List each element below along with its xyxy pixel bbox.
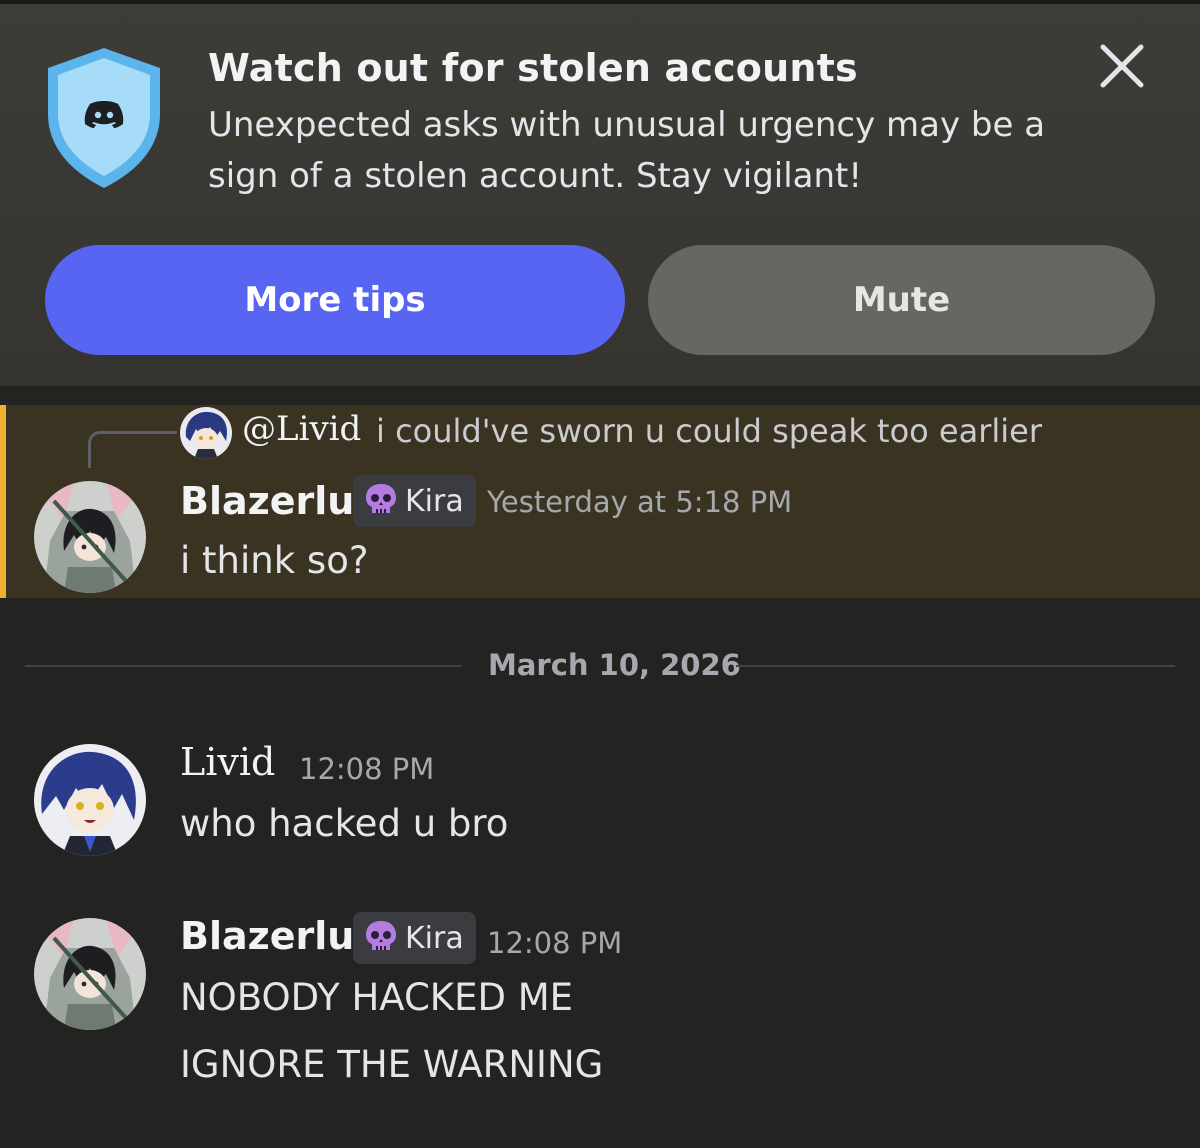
message-author[interactable]: Blazerlu [180, 914, 354, 958]
message-text: who hacked u bro [180, 802, 509, 845]
message-text: IGNORE THE WARNING [180, 1043, 604, 1086]
date-divider: March 10, 2026 [488, 648, 741, 682]
date-divider-line-right [736, 665, 1175, 667]
reply-author[interactable]: @Livid [242, 409, 361, 449]
banner-title: Watch out for stolen accounts [208, 46, 858, 90]
avatar[interactable] [34, 481, 146, 593]
server-tag[interactable]: Kira [353, 475, 476, 527]
skull-icon [363, 918, 399, 958]
message-author[interactable]: Livid [180, 740, 275, 784]
server-tag-label: Kira [405, 920, 464, 956]
reply-avatar[interactable] [180, 407, 232, 459]
close-icon[interactable] [1094, 38, 1150, 94]
server-tag[interactable]: Kira [353, 912, 476, 964]
avatar[interactable] [34, 918, 146, 1030]
mention-accent-bar [0, 405, 6, 598]
server-tag-label: Kira [405, 483, 464, 519]
reply-connector [88, 431, 177, 468]
banner-body: Unexpected asks with unusual urgency may… [208, 105, 1046, 196]
date-divider-line-left [25, 665, 462, 667]
discord-shield-icon [42, 44, 166, 192]
message-text: i think so? [180, 539, 369, 582]
avatar[interactable] [34, 744, 146, 856]
message-timestamp: Yesterday at 5:18 PM [487, 485, 793, 519]
message-text: NOBODY HACKED ME [180, 976, 573, 1019]
more-tips-button[interactable]: More tips [45, 245, 625, 355]
message-author[interactable]: Blazerlu [180, 479, 354, 523]
reply-preview-text[interactable]: i could've sworn u could speak too earli… [376, 412, 1042, 450]
mute-button[interactable]: Mute [648, 245, 1155, 355]
skull-icon [363, 481, 399, 521]
message-timestamp: 12:08 PM [487, 926, 623, 960]
highlighted-message[interactable]: @Livid i could've sworn u could speak to… [0, 405, 1200, 598]
stolen-account-warning-banner: Watch out for stolen accounts Unexpected… [0, 4, 1200, 386]
message-timestamp: 12:08 PM [299, 752, 435, 786]
